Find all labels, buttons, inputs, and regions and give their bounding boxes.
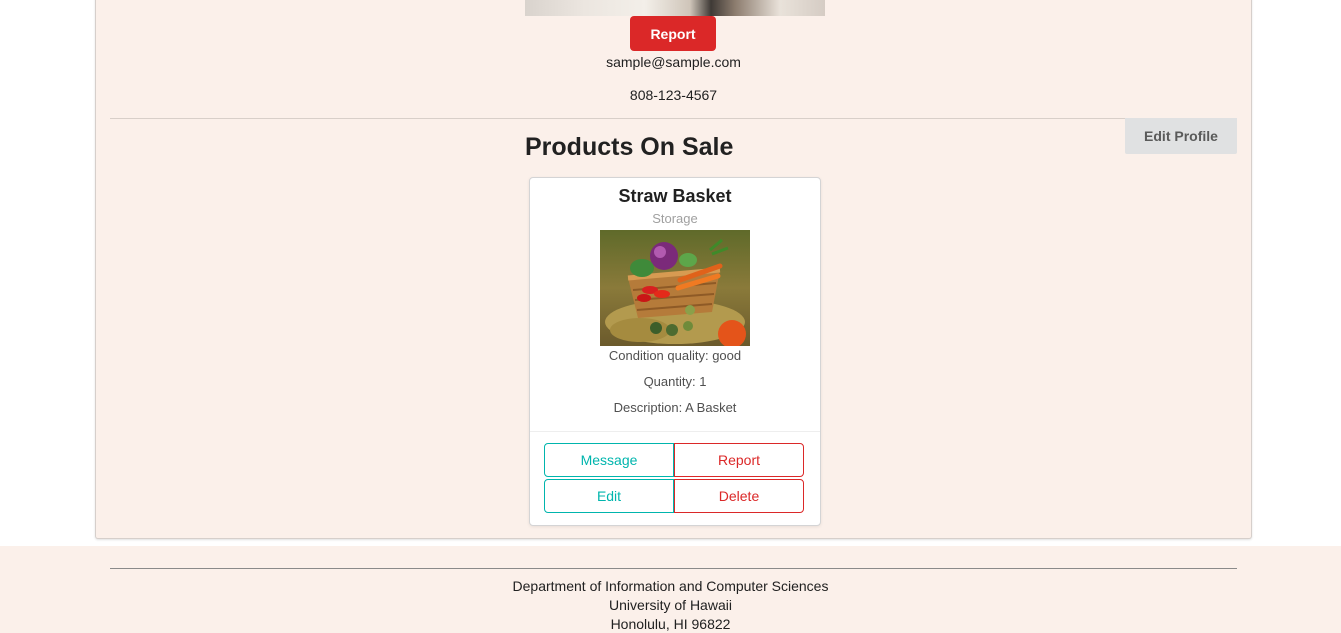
- edit-profile-button[interactable]: Edit Profile: [1125, 118, 1237, 154]
- product-image: [600, 230, 750, 346]
- footer-department: Department of Information and Computer S…: [512, 578, 829, 594]
- product-description: Description: A Basket: [613, 400, 737, 415]
- footer: Department of Information and Computer S…: [0, 546, 1341, 633]
- product-card: Straw Basket Storage Condition quality: …: [529, 177, 821, 526]
- profile-panel: Report sample@sample.com 808-123-4567 Ed…: [95, 0, 1252, 539]
- footer-address: Honolulu, HI 96822: [610, 616, 731, 632]
- page: Report sample@sample.com 808-123-4567 Ed…: [0, 0, 1341, 633]
- product-category: Storage: [652, 211, 698, 226]
- profile-email: sample@sample.com: [606, 54, 741, 70]
- footer-university: University of Hawaii: [609, 597, 732, 613]
- profile-photo: [525, 0, 825, 16]
- product-quantity: Quantity: 1: [643, 374, 707, 389]
- report-product-button[interactable]: Report: [674, 443, 804, 477]
- delete-product-button[interactable]: Delete: [674, 479, 804, 513]
- product-name: Straw Basket: [618, 186, 732, 206]
- product-condition: Condition quality: good: [608, 348, 742, 363]
- card-divider: [530, 431, 820, 432]
- products-section-title: Products On Sale: [525, 133, 734, 161]
- edit-product-button[interactable]: Edit: [544, 479, 674, 513]
- profile-divider: [110, 118, 1237, 119]
- profile-phone: 808-123-4567: [629, 87, 718, 103]
- footer-divider: [110, 568, 1237, 569]
- message-button[interactable]: Message: [544, 443, 674, 477]
- report-user-button[interactable]: Report: [630, 16, 716, 51]
